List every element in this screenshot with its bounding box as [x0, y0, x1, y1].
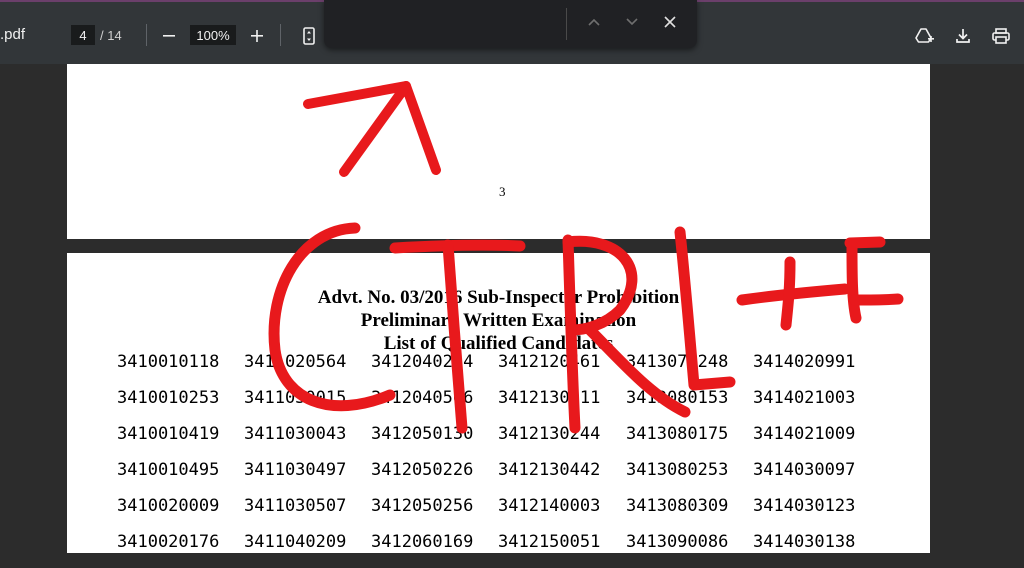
table-cell: 3413080253 — [626, 460, 729, 480]
table-cell: 3410020009 — [117, 496, 220, 516]
printer-icon — [992, 28, 1010, 44]
table-cell: 3412040224 — [371, 352, 474, 372]
save-to-drive-button[interactable] — [913, 24, 937, 48]
document-heading: Advt. No. 03/2016 Sub-Inspector Prohibit… — [317, 287, 680, 308]
fit-page-button[interactable] — [297, 24, 321, 48]
table-cell: 3410010495 — [117, 460, 220, 480]
page-number-input[interactable]: 4 — [71, 25, 95, 45]
table-cell: 3411030507 — [244, 496, 347, 516]
download-button[interactable] — [951, 24, 975, 48]
table-cell: 3412050256 — [371, 496, 474, 516]
find-input[interactable] — [336, 10, 556, 36]
table-cell: 3413070248 — [626, 352, 729, 372]
table-cell: 3410010118 — [117, 352, 220, 372]
minus-icon — [163, 35, 175, 37]
table-cell: 3412130442 — [498, 460, 601, 480]
plus-icon — [251, 30, 263, 42]
table-cell: 3412050130 — [371, 424, 474, 444]
print-button[interactable] — [989, 24, 1013, 48]
table-cell: 3410010253 — [117, 388, 220, 408]
file-name: .pdf — [0, 26, 26, 43]
table-cell: 3414030097 — [753, 460, 856, 480]
table-cell: 3414030123 — [753, 496, 856, 516]
chevron-down-icon — [626, 18, 638, 26]
table-cell: 3414021003 — [753, 388, 856, 408]
table-cell: 3412060169 — [371, 532, 474, 552]
table-cell: 3414021009 — [753, 424, 856, 444]
table-cell: 3412040506 — [371, 388, 474, 408]
divider — [280, 24, 281, 46]
download-icon — [956, 29, 970, 43]
table-cell: 3411030043 — [244, 424, 347, 444]
table-cell: 3413080309 — [626, 496, 729, 516]
zoom-in-button[interactable] — [245, 24, 269, 48]
close-find-button[interactable] — [658, 10, 682, 34]
table-cell: 3411030015 — [244, 388, 347, 408]
table-cell: 3411040209 — [244, 532, 347, 552]
table-cell: 3412050226 — [371, 460, 474, 480]
table-cell: 3412130011 — [498, 388, 601, 408]
table-cell: 3412120461 — [498, 352, 601, 372]
divider — [146, 24, 147, 46]
table-cell: 3410020176 — [117, 532, 220, 552]
fit-to-page-icon — [303, 27, 315, 45]
find-bar — [324, 0, 697, 48]
divider — [566, 8, 567, 40]
table-cell: 3410010419 — [117, 424, 220, 444]
zoom-out-button[interactable] — [157, 24, 181, 48]
page-total: / 14 — [100, 28, 122, 43]
document-subheading: Preliminary Written Examination — [360, 310, 637, 331]
chevron-up-icon — [588, 18, 600, 26]
table-cell: 3413080175 — [626, 424, 729, 444]
table-cell: 3413080153 — [626, 388, 729, 408]
table-cell: 3411020564 — [244, 352, 347, 372]
table-cell: 3414030138 — [753, 532, 856, 552]
page-number-label: 3 — [499, 184, 506, 199]
find-previous-button[interactable] — [582, 10, 606, 34]
pdf-page — [67, 64, 930, 239]
table-cell: 3413090086 — [626, 532, 729, 552]
table-cell: 3414020991 — [753, 352, 856, 372]
table-cell: 3412140003 — [498, 496, 601, 516]
zoom-level-input[interactable]: 100% — [190, 25, 236, 45]
table-cell: 3412150051 — [498, 532, 601, 552]
close-icon — [664, 16, 676, 28]
table-cell: 3411030497 — [244, 460, 347, 480]
table-cell: 3412130244 — [498, 424, 601, 444]
drive-add-icon — [915, 28, 934, 43]
find-next-button[interactable] — [620, 10, 644, 34]
